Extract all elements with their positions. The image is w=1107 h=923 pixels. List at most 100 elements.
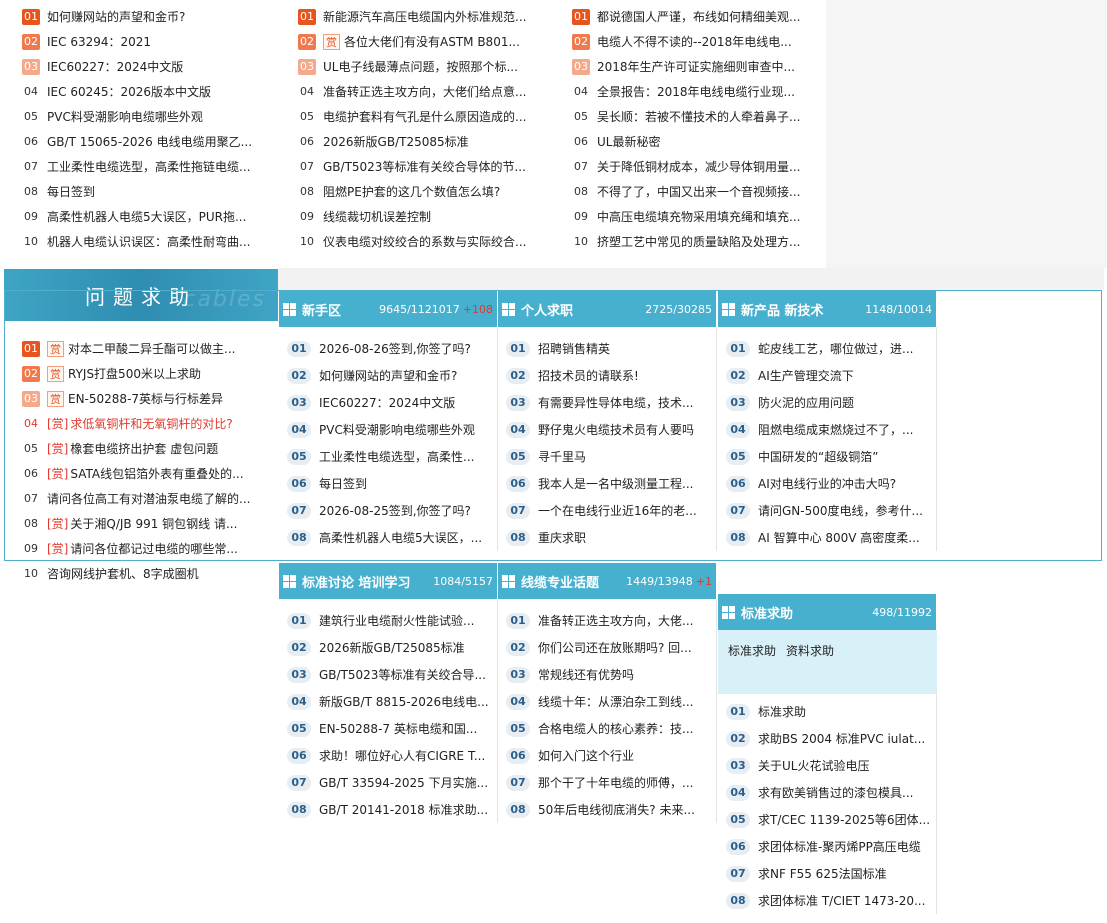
thread-link[interactable]: 如何赚网站的声望和金币? [319, 367, 457, 384]
thread-link[interactable]: 工业柔性电缆选型，高柔性... [319, 448, 474, 465]
forum-header[interactable]: 标准求助 498/11992 [718, 594, 937, 630]
list-item-link[interactable]: 各位大佬们有没有ASTM B801... [344, 33, 520, 50]
thread-link[interactable]: 你们公司还在放账期吗? 回... [538, 639, 692, 656]
thread-item[interactable]: 06 求团体标准-聚丙烯PP高压电缆 [726, 833, 936, 860]
help-item[interactable]: 09 [赏] 请问各位都记过电缆的哪些常... [22, 536, 262, 561]
thread-item[interactable]: 08 高柔性机器人电缆5大误区，... [287, 524, 497, 551]
forum-name[interactable]: 新手区 [302, 300, 341, 319]
forum-name[interactable]: 个人求职 [521, 300, 573, 319]
list-item[interactable]: 02 赏各位大佬们有没有ASTM B801... [298, 29, 554, 54]
thread-item[interactable]: 06 如何入门这个行业 [506, 742, 716, 769]
thread-item[interactable]: 04 PVC料受潮影响电缆哪些外观 [287, 416, 497, 443]
thread-link[interactable]: 蛇皮线工艺，哪位做过，进... [758, 340, 913, 357]
help-item-link[interactable]: 橡套电缆挤出护套 虚包问题 [70, 440, 218, 457]
thread-link[interactable]: 线缆十年：从漂泊杂工到线... [538, 693, 693, 710]
list-item-link[interactable]: 电缆护套料有气孔是什么原因造成的... [323, 108, 526, 125]
tag-link[interactable]: 资料求助 [786, 644, 834, 658]
thread-link[interactable]: 高柔性机器人电缆5大误区，... [319, 529, 482, 546]
thread-link[interactable]: 如何入门这个行业 [538, 747, 634, 764]
list-item[interactable]: 02 IEC 63294：2021 [22, 29, 278, 54]
list-item-link[interactable]: 挤塑工艺中常见的质量缺陷及处理方... [597, 233, 800, 250]
thread-item[interactable]: 03 常规线还有优势吗 [506, 661, 716, 688]
forum-name[interactable]: 标准讨论 培训学习 [302, 572, 411, 591]
thread-item[interactable]: 05 合格电缆人的核心素养：技... [506, 715, 716, 742]
thread-link[interactable]: 准备转正选主攻方向，大佬... [538, 612, 693, 629]
forum-name[interactable]: 标准求助 [741, 603, 793, 622]
list-item[interactable]: 05 电缆护套料有气孔是什么原因造成的... [298, 104, 554, 129]
list-item[interactable]: 06 UL最新秘密 [572, 129, 826, 154]
list-item[interactable]: 10 机器人电缆认识误区：高柔性耐弯曲... [22, 229, 278, 254]
help-item[interactable]: 01 赏对本二甲酸二异壬酯可以做主... [22, 336, 262, 361]
thread-link[interactable]: 招技术员的请联系! [538, 367, 639, 384]
thread-item[interactable]: 01 2026-08-26签到,你签了吗? [287, 335, 497, 362]
help-item[interactable]: 04 [赏] 求低氧铜杆和无氧铜杆的对比? [22, 411, 262, 436]
help-item[interactable]: 07 请问各位高工有对潜油泵电缆了解的... [22, 486, 262, 511]
list-item[interactable]: 07 工业柔性电缆选型，高柔性拖链电缆... [22, 154, 278, 179]
list-item-link[interactable]: UL电子线最薄点问题，按照那个标... [323, 58, 518, 75]
thread-item[interactable]: 04 求有欧美销售过的漆包模具... [726, 779, 936, 806]
list-item[interactable]: 07 关于降低铜材成本，减少导体铜用量... [572, 154, 826, 179]
thread-link[interactable]: 阻燃电缆成束燃烧过不了，... [758, 421, 913, 438]
thread-link[interactable]: AI对电线行业的冲击大吗? [758, 475, 896, 492]
list-item-link[interactable]: 每日签到 [47, 183, 95, 200]
help-item[interactable]: 03 赏 EN-50288-7英标与行标差异 [22, 386, 262, 411]
list-item-link[interactable]: GB/T5023等标准有关绞合导体的节... [323, 158, 526, 175]
list-item-link[interactable]: 关于降低铜材成本，减少导体铜用量... [597, 158, 800, 175]
thread-link[interactable]: 中国研发的“超级铜箔” [758, 448, 878, 465]
list-item[interactable]: 09 高柔性机器人电缆5大误区，PUR拖... [22, 204, 278, 229]
help-item-link[interactable]: 咨询网线护套机、8字成圈机 [47, 565, 199, 582]
tag-link[interactable]: 标准求助 [728, 644, 776, 658]
forum-name[interactable]: 新产品 新技术 [741, 300, 824, 319]
thread-link[interactable]: GB/T 20141-2018 标准求助... [319, 801, 488, 818]
list-item-link[interactable]: PVC料受潮影响电缆哪些外观 [47, 108, 203, 125]
list-item-link[interactable]: 仪表电缆对绞绞合的系数与实际绞合... [323, 233, 526, 250]
thread-link[interactable]: 50年后电线彻底消失? 未来... [538, 801, 695, 818]
list-item-link[interactable]: 新能源汽车高压电缆国内外标准规范... [323, 8, 526, 25]
thread-link[interactable]: 有需要异性导体电缆，技术... [538, 394, 693, 411]
thread-link[interactable]: 请问GN-500度电线，参考什... [758, 502, 923, 519]
help-item[interactable]: 05 [赏] 橡套电缆挤出护套 虚包问题 [22, 436, 262, 461]
thread-link[interactable]: 寻千里马 [538, 448, 586, 465]
help-item[interactable]: 10 咨询网线护套机、8字成圈机 [22, 561, 262, 586]
list-item[interactable]: 09 中高压电缆填充物采用填充绳和填充... [572, 204, 826, 229]
thread-item[interactable]: 04 新版GB/T 8815-2026电线电... [287, 688, 497, 715]
thread-item[interactable]: 01 建筑行业电缆耐火性能试验... [287, 607, 497, 634]
thread-link[interactable]: 标准求助 [758, 703, 806, 720]
thread-item[interactable]: 04 野仔鬼火电缆技术员有人要吗 [506, 416, 716, 443]
thread-link[interactable]: GB/T 33594-2025 下月实施... [319, 774, 488, 791]
thread-item[interactable]: 08 GB/T 20141-2018 标准求助... [287, 796, 497, 823]
help-item[interactable]: 08 [赏] 关于湘Q/JB 991 铜包钢线 请... [22, 511, 262, 536]
list-item[interactable]: 06 2026新版GB/T25085标准 [298, 129, 554, 154]
forum-header[interactable]: 个人求职 2725/30285 [498, 291, 717, 327]
thread-item[interactable]: 08 重庆求职 [506, 524, 716, 551]
thread-link[interactable]: 2026新版GB/T25085标准 [319, 639, 465, 656]
thread-link[interactable]: AI生产管理交流下 [758, 367, 854, 384]
list-item-link[interactable]: 全景报告：2018年电线电缆行业现... [597, 83, 795, 100]
list-item-link[interactable]: 2018年生产许可证实施细则审查中... [597, 58, 795, 75]
list-item[interactable]: 09 线缆裁切机误差控制 [298, 204, 554, 229]
help-item[interactable]: 02 赏 RYJS打盘500米以上求助 [22, 361, 262, 386]
thread-item[interactable]: 07 那个干了十年电缆的师傅，... [506, 769, 716, 796]
thread-link[interactable]: 关于UL火花试验电压 [758, 757, 869, 774]
thread-link[interactable]: IEC60227：2024中文版 [319, 394, 455, 411]
list-item[interactable]: 04 IEC 60245：2026版本中文版 [22, 79, 278, 104]
help-item-link[interactable]: RYJS打盘500米以上求助 [68, 365, 201, 382]
thread-link[interactable]: 重庆求职 [538, 529, 586, 546]
thread-item[interactable]: 06 AI对电线行业的冲击大吗? [726, 470, 936, 497]
thread-item[interactable]: 08 AI 智算中心 800V 高密度柔... [726, 524, 936, 551]
list-item[interactable]: 04 全景报告：2018年电线电缆行业现... [572, 79, 826, 104]
thread-link[interactable]: 求有欧美销售过的漆包模具... [758, 784, 913, 801]
thread-item[interactable]: 03 有需要异性导体电缆，技术... [506, 389, 716, 416]
list-item[interactable]: 08 不得了了，中国又出来一个音视频接... [572, 179, 826, 204]
thread-item[interactable]: 02 你们公司还在放账期吗? 回... [506, 634, 716, 661]
list-item[interactable]: 03 UL电子线最薄点问题，按照那个标... [298, 54, 554, 79]
list-item-link[interactable]: IEC 60245：2026版本中文版 [47, 83, 211, 100]
list-item[interactable]: 03 IEC60227：2024中文版 [22, 54, 278, 79]
list-item-link[interactable]: 阻燃PE护套的这几个数值怎么填? [323, 183, 500, 200]
thread-item[interactable]: 02 2026新版GB/T25085标准 [287, 634, 497, 661]
thread-link[interactable]: EN-50288-7 英标电缆和国... [319, 720, 477, 737]
list-item-link[interactable]: 线缆裁切机误差控制 [323, 208, 431, 225]
forum-header[interactable]: 新手区 9645/1121017 +108 [279, 291, 498, 327]
thread-link[interactable]: 招聘销售精英 [538, 340, 610, 357]
forum-header[interactable]: 线缆专业话题 1449/13948 +1 [498, 563, 717, 599]
